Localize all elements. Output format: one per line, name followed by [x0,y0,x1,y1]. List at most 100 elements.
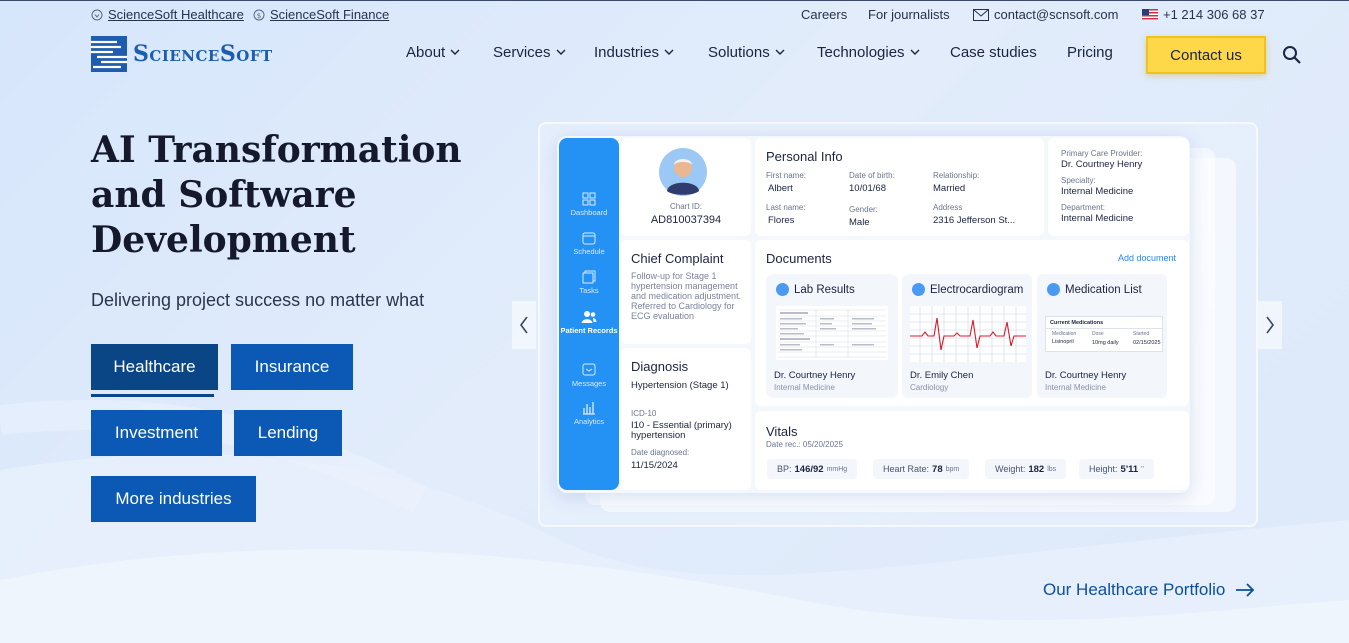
document-icon [1047,283,1060,296]
more-industries-button[interactable]: More industries [91,476,256,522]
users-icon [581,311,597,323]
svg-text:$: $ [257,12,261,20]
contact-us-button[interactable]: Contact us [1146,36,1266,74]
department-value: Internal Medicine [1061,213,1134,224]
first-name-label: First name: [766,171,807,180]
chevron-down-icon [910,49,920,55]
patient-avatar [659,148,707,196]
address-label: Address [933,203,963,212]
top-bar: ScienceSoft Healthcare $ ScienceSoft Fin… [0,0,1349,26]
chart-id-label: Chart ID: [669,202,702,211]
diagnosis-card: Diagnosis Hypertension (Stage 1) ICD-10 … [621,348,751,490]
chevron-down-icon [556,49,566,55]
nav-industries[interactable]: Industries [594,44,674,61]
dob-value: 10/01/68 [849,183,886,194]
relationship-value: Married [933,183,966,194]
icd-value: I10 - Essential (primary) hypertension [631,420,732,441]
last-name-label: Last name: [766,203,806,212]
ecg-thumbnail [910,306,1026,362]
lab-results-thumbnail [776,306,888,360]
finance-site-link[interactable]: $ ScienceSoft Finance [253,7,389,22]
active-tab-indicator [91,394,214,397]
nav-pricing[interactable]: Pricing [1067,44,1113,61]
mail-icon [973,8,989,21]
chevron-left-icon [520,316,528,334]
journalists-link[interactable]: For journalists [868,7,950,22]
phone-link[interactable]: +1 214 306 68 37 [1142,7,1265,22]
message-icon [582,363,596,376]
bar-chart-icon [583,402,595,415]
document-lab-results: Lab Results Dr. Courtney Henry Internal … [766,274,898,398]
icd-label: ICD-10 [631,409,657,418]
arrow-right-icon [1236,583,1255,597]
chief-complaint-text: Follow-up for Stage 1 hypertension manag… [631,271,742,321]
sidebar-item-messages: Messages [559,363,619,388]
chief-complaint-card: Chief Complaint Follow-up for Stage 1 hy… [621,240,751,344]
sidebar-item-schedule: Schedule [559,231,619,256]
email-link[interactable]: contact@scnsoft.com [973,7,1118,22]
chevron-right-icon [1266,316,1274,334]
industry-healthcare-button[interactable]: Healthcare [91,344,218,390]
nav-services[interactable]: Services [493,44,566,61]
document-electrocardiogram: Electrocardiogram Dr. Emily Chen Cardiol… [902,274,1032,398]
nav-solutions[interactable]: Solutions [708,44,785,61]
vital-heart-rate: Heart Rate: 78 bpm [873,459,970,479]
vital-blood-pressure: BP: 146/92 mmHg [767,459,858,479]
date-diagnosed-value: 11/15/2024 [631,460,678,471]
healthcare-portfolio-link[interactable]: Our Healthcare Portfolio [1043,580,1255,600]
specialty-label: Specialty: [1061,176,1096,185]
chevron-down-icon [450,49,460,55]
pcp-label: Primary Care Provider: [1061,149,1143,158]
carousel-prev-button[interactable] [512,301,536,349]
heart-shield-icon [91,9,103,20]
dollar-coin-icon: $ [253,9,265,20]
sidebar-item-patient-records: Patient Records [559,310,619,335]
document-icon [912,283,925,296]
vital-weight: Weight: 182 lbs [985,459,1067,479]
personal-info-title: Personal Info [766,149,843,164]
medication-table: Current Medications Medication Dose Star… [1045,316,1163,352]
sidebar-item-dashboard: Dashboard [559,192,619,217]
department-label: Department: [1061,203,1106,212]
search-icon[interactable] [1282,45,1302,65]
nav-technologies[interactable]: Technologies [817,44,920,61]
nav-about[interactable]: About [406,44,460,61]
documents-title: Documents [766,251,832,266]
chart-id-value: AD810037394 [650,214,722,226]
logo-mark-icon [91,36,127,72]
industry-investment-button[interactable]: Investment [91,410,222,456]
industry-insurance-button[interactable]: Insurance [231,344,353,390]
healthcare-site-link[interactable]: ScienceSoft Healthcare [91,7,244,22]
first-name-value: Albert [768,183,793,194]
document-icon [776,283,789,296]
careers-link[interactable]: Careers [801,7,847,22]
sidebar-item-tasks: Tasks [559,270,619,295]
date-diagnosed-label: Date diagnosed: [631,448,690,457]
chevron-down-icon [664,49,674,55]
dob-label: Date of birth: [849,171,895,180]
personal-info-card: Personal Info First name: Albert Date of… [755,138,1044,236]
patient-card: Chart ID: AD810037394 [621,138,751,236]
calendar-icon [582,232,596,245]
vital-height: Height: 5'11 '' [1079,459,1154,479]
address-value: 2316 Jefferson St... [933,215,1016,226]
industry-lending-button[interactable]: Lending [234,410,342,456]
diagnosis-name: Hypertension (Stage 1) [631,380,729,391]
chief-complaint-title: Chief Complaint [631,251,724,266]
provider-card: Primary Care Provider: Dr. Courtney Henr… [1048,138,1189,236]
gender-value: Male [849,217,870,228]
document-medication-list: Medication List Current Medications Medi… [1037,274,1167,398]
last-name-value: Flores [768,215,795,226]
tasks-icon [582,270,596,284]
grid-icon [582,192,596,206]
specialty-value: Internal Medicine [1061,186,1134,197]
add-document-link: Add document [1117,253,1176,263]
hero-title: AI Transformation and Software Developme… [91,129,462,261]
relationship-label: Relationship: [933,171,980,180]
chevron-down-icon [775,49,785,55]
sciencesoft-logo[interactable]: ScienceSoft [91,36,273,72]
dashboard-sidebar: Dashboard Schedule Tasks Patient Records… [559,138,619,490]
documents-card: Documents Add document Lab Results Dr. C… [755,240,1189,406]
nav-case-studies[interactable]: Case studies [950,44,1037,61]
carousel-next-button[interactable] [1258,301,1282,349]
